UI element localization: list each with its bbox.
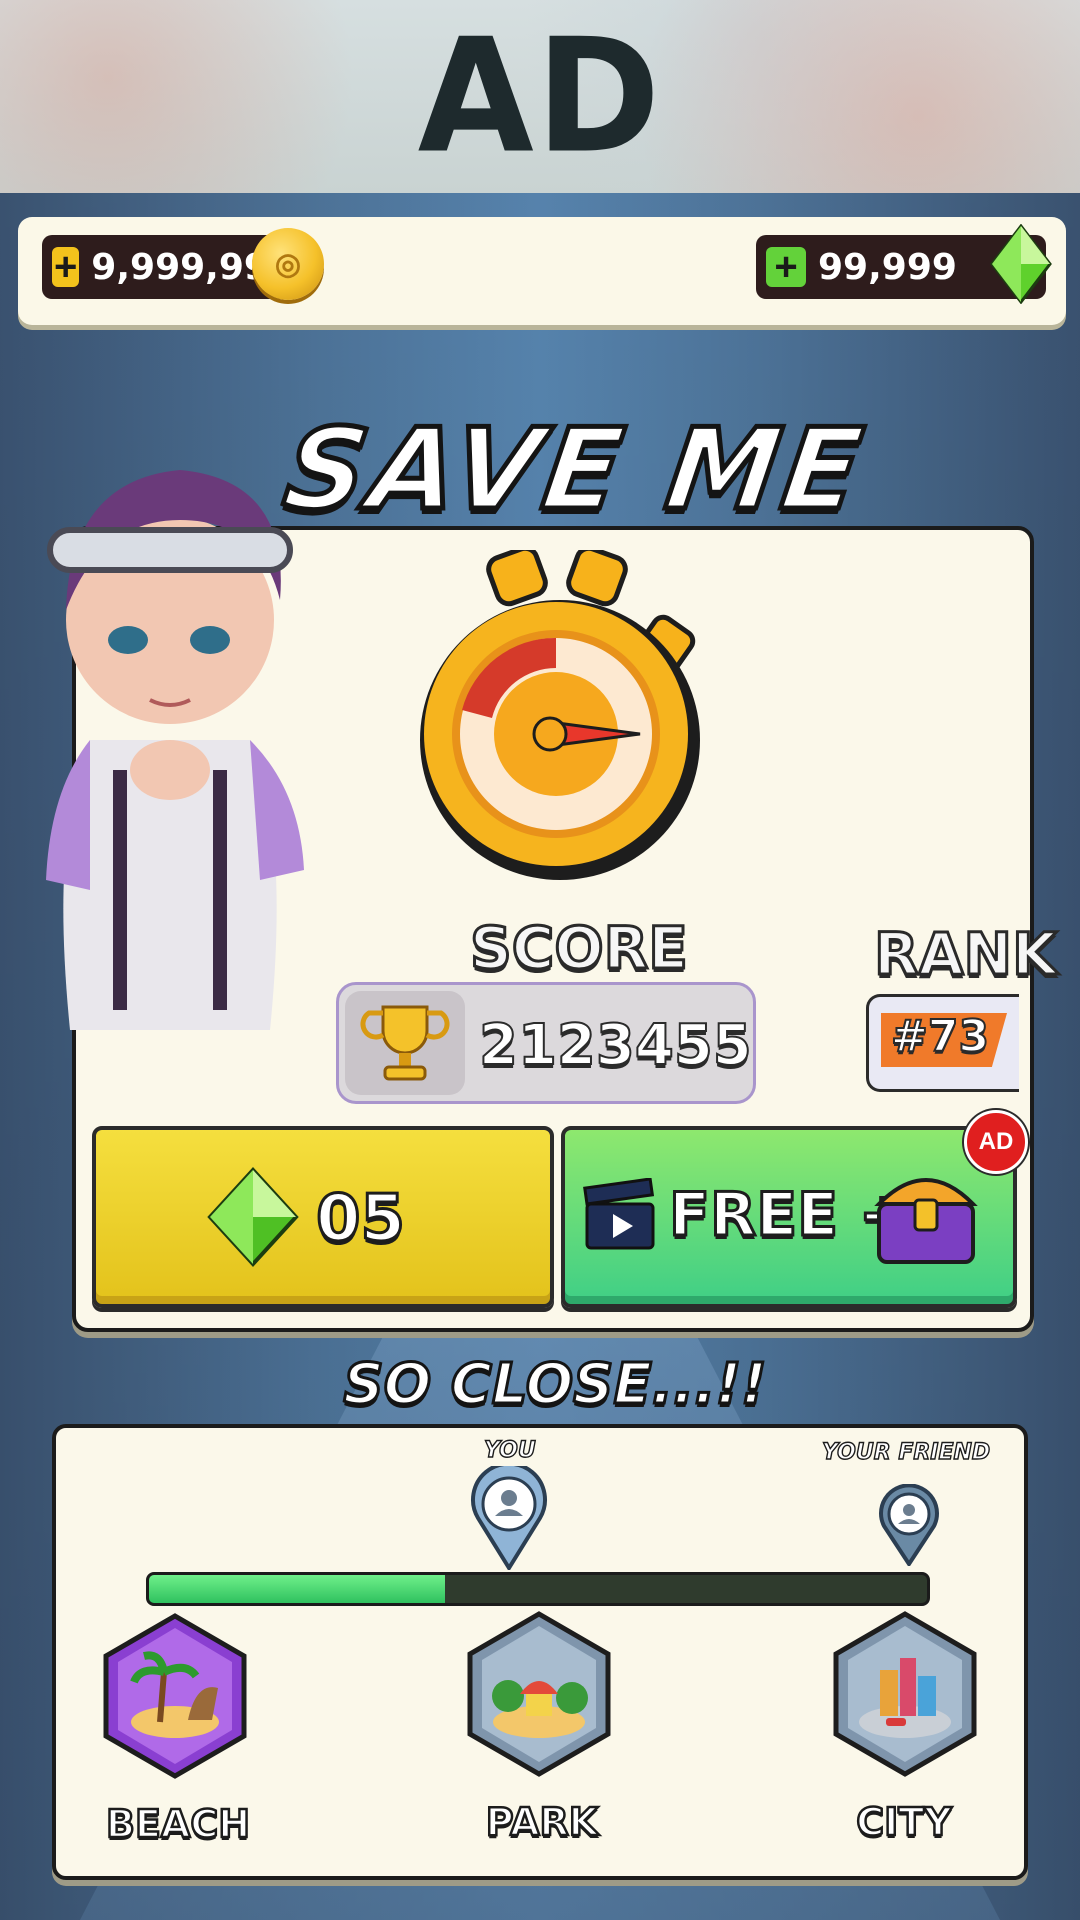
character-illustration — [46, 470, 304, 1030]
stopwatch-icon — [420, 550, 700, 880]
park-level-icon[interactable] — [464, 1610, 614, 1780]
beach-level-icon[interactable] — [100, 1612, 250, 1782]
gem-count: 99,999 — [818, 246, 957, 288]
watch-ad-revive-button[interactable]: FREE + — [561, 1126, 1017, 1308]
city-label: CITY — [855, 1799, 953, 1846]
ad-banner[interactable]: AD — [0, 0, 1080, 193]
progress-fill — [149, 1575, 445, 1603]
so-close-heading: SO CLOSE...!! — [342, 1351, 768, 1419]
rank-label: RANK — [872, 919, 1058, 990]
add-gems-button[interactable]: + — [766, 247, 806, 287]
beach-label: BEACH — [105, 1801, 252, 1848]
green-gem-icon — [990, 224, 1052, 304]
city-level-icon[interactable] — [830, 1610, 980, 1780]
add-coins-button[interactable]: + — [52, 247, 80, 287]
friend-marker-label: YOUR FRIEND — [821, 1439, 991, 1465]
coin-icon: ◎ — [252, 228, 324, 300]
rank-value: #73 — [890, 1010, 990, 1063]
progress-track — [146, 1572, 930, 1606]
score-value: 2123455 — [478, 1012, 753, 1079]
treasure-chest-icon — [874, 1178, 978, 1264]
score-box: 2123455 — [336, 982, 756, 1104]
trophy-icon — [345, 991, 465, 1095]
ad-badge: AD — [964, 1110, 1028, 1174]
video-clapper-icon — [583, 1178, 655, 1250]
park-label: PARK — [485, 1799, 600, 1846]
you-marker-label: YOU — [483, 1437, 536, 1463]
green-gem-icon — [207, 1167, 299, 1267]
revive-with-gems-button[interactable]: 05 — [92, 1126, 554, 1308]
ad-banner-label: AD — [417, 5, 663, 188]
friend-location-pin-icon — [879, 1484, 939, 1566]
score-label: SCORE — [469, 913, 690, 984]
currency-bar: + 9,999,999 + 99,999 — [18, 217, 1066, 325]
gem-cost: 05 — [314, 1181, 406, 1258]
rank-box: #73 — [866, 994, 1019, 1092]
you-location-pin-icon — [471, 1466, 547, 1570]
